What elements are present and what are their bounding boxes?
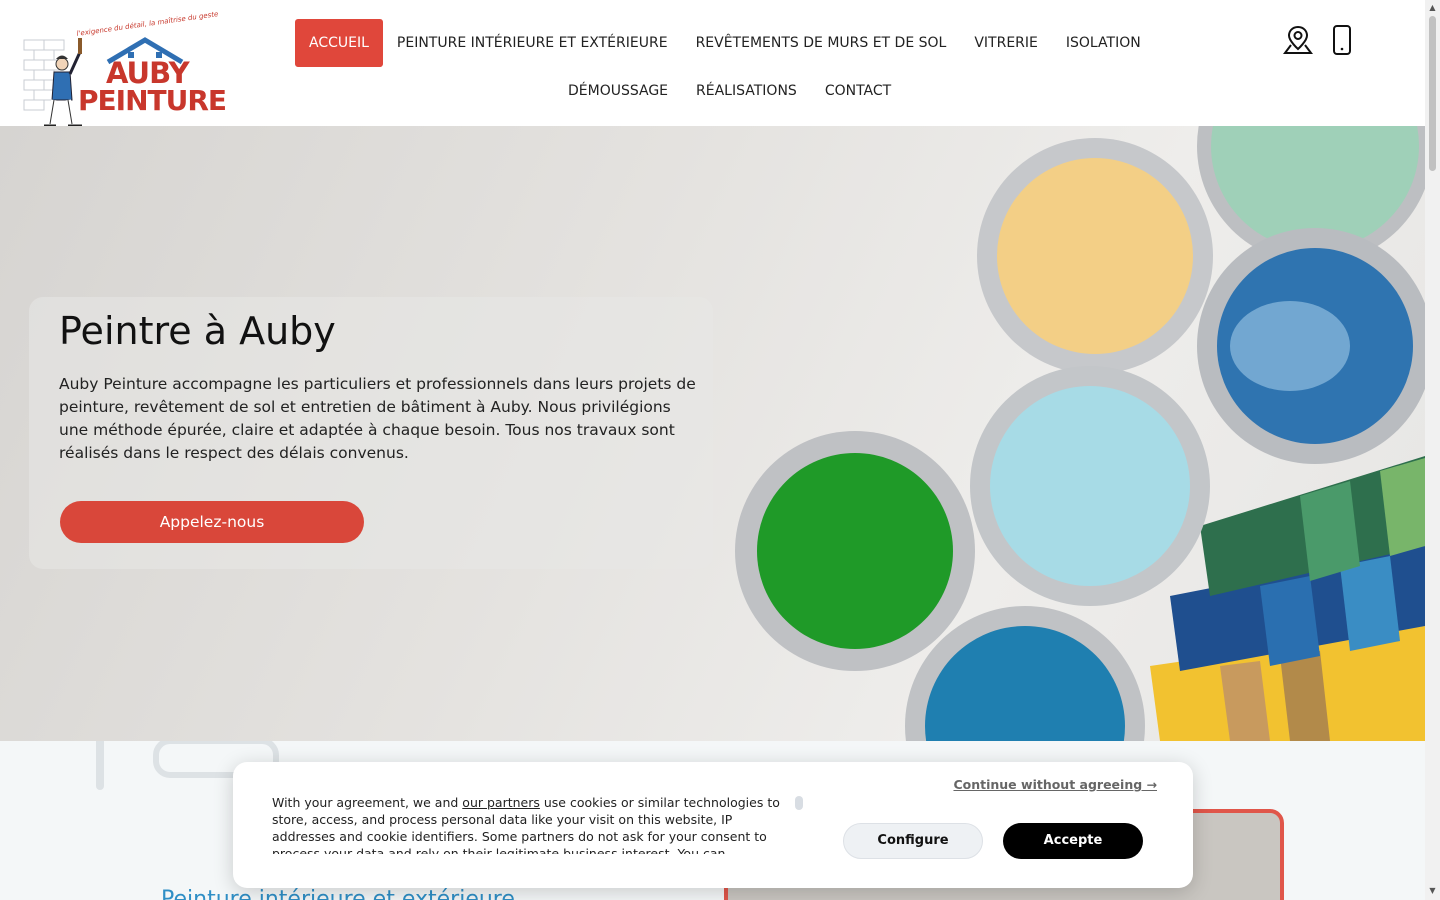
cookie-text-before: With your agreement, we and bbox=[272, 795, 463, 810]
hero-banner: Peintre à Auby Auby Peinture accompagne … bbox=[0, 126, 1425, 741]
partners-link[interactable]: our partners bbox=[462, 795, 540, 810]
nav-item-contact[interactable]: CONTACT bbox=[811, 67, 905, 115]
nav-item-vitrerie[interactable]: VITRERIE bbox=[960, 19, 1052, 67]
accept-button[interactable]: Accepte bbox=[1003, 823, 1143, 859]
header-contact-icons bbox=[1282, 24, 1358, 56]
section-title: Peinture intérieure et extérieure bbox=[161, 887, 515, 900]
nav-item-revetements[interactable]: REVÊTEMENTS DE MURS ET DE SOL bbox=[682, 19, 961, 67]
nav-item-realisations[interactable]: RÉALISATIONS bbox=[682, 67, 811, 115]
nav-row-2: DÉMOUSSAGE RÉALISATIONS CONTACT bbox=[554, 67, 905, 115]
nav-item-isolation[interactable]: ISOLATION bbox=[1052, 19, 1155, 67]
call-us-button[interactable]: Appelez-nous bbox=[60, 501, 364, 543]
paint-can-light-blue bbox=[970, 366, 1210, 606]
site-header: l'exigence du détail, la maîtrise du ges… bbox=[0, 0, 1425, 128]
paint-can-blue bbox=[1197, 228, 1425, 464]
paint-can-green bbox=[735, 431, 975, 671]
nav-row-1: ACCUEIL PEINTURE INTÉRIEURE ET EXTÉRIEUR… bbox=[295, 19, 1155, 67]
hero-card: Peintre à Auby Auby Peinture accompagne … bbox=[29, 297, 713, 569]
location-pin-icon[interactable] bbox=[1282, 24, 1314, 56]
cookie-consent-banner: Continue without agreeing → With your ag… bbox=[233, 762, 1193, 888]
site-logo[interactable]: l'exigence du détail, la maîtrise du ges… bbox=[20, 10, 227, 130]
scroll-up-arrow-icon[interactable]: ▲ bbox=[1428, 3, 1437, 12]
scroll-down-arrow-icon[interactable]: ▼ bbox=[1428, 886, 1437, 895]
logo-title-line2: PEINTURE bbox=[78, 84, 227, 117]
mobile-phone-icon[interactable] bbox=[1326, 24, 1358, 56]
nav-item-demoussage[interactable]: DÉMOUSSAGE bbox=[554, 67, 682, 115]
page-scrollbar[interactable]: ▲ ▼ bbox=[1425, 0, 1440, 900]
paint-cans-image bbox=[735, 126, 1425, 741]
continue-without-agreeing-link[interactable]: Continue without agreeing → bbox=[953, 777, 1157, 792]
paint-can-yellow bbox=[977, 138, 1213, 374]
nav-item-accueil[interactable]: ACCUEIL bbox=[295, 19, 383, 67]
hero-title: Peintre à Auby bbox=[59, 309, 336, 353]
configure-button[interactable]: Configure bbox=[843, 823, 983, 859]
nav-item-peinture[interactable]: PEINTURE INTÉRIEURE ET EXTÉRIEURE bbox=[383, 19, 682, 67]
cookie-text-scrollbar[interactable] bbox=[795, 796, 803, 810]
cookie-consent-text: With your agreement, we and our partners… bbox=[272, 794, 792, 854]
hero-description: Auby Peinture accompagne les particulier… bbox=[59, 375, 696, 462]
scrollbar-thumb[interactable] bbox=[1429, 16, 1436, 171]
